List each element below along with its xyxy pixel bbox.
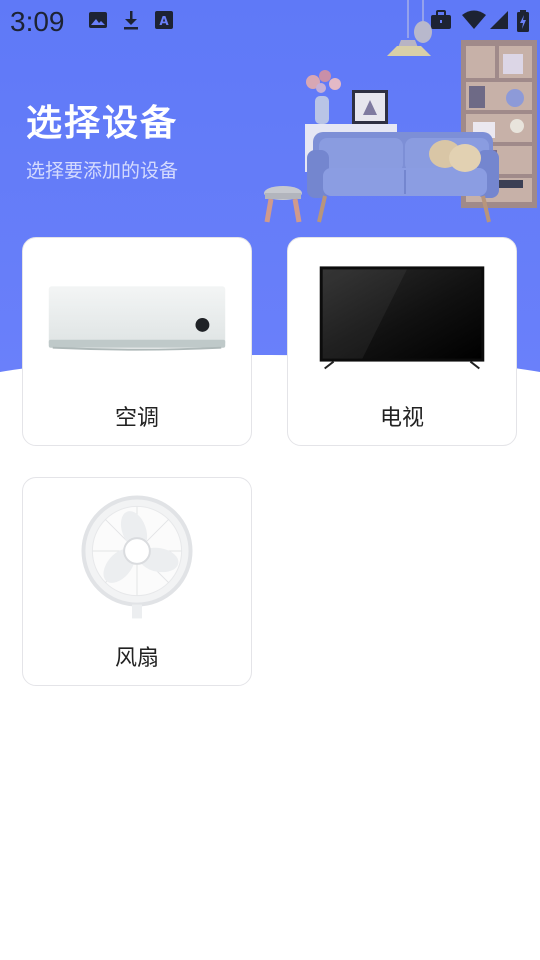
image-icon: [89, 12, 107, 28]
text-a-icon: A: [155, 11, 173, 29]
device-label-television: 电视: [379, 406, 424, 431]
air-conditioner-icon: [48, 286, 226, 351]
television-icon: [319, 266, 485, 370]
page-title: 选择设备: [26, 103, 179, 144]
download-icon: [124, 11, 138, 30]
device-label-air-conditioner: 空调: [114, 406, 159, 431]
status-time: 3:09: [10, 6, 65, 37]
device-label-fan: 风扇: [114, 646, 159, 671]
svg-text:A: A: [159, 14, 169, 28]
fan-icon: [81, 495, 193, 619]
page-subtitle: 选择要添加的设备: [26, 160, 179, 182]
device-card-fan[interactable]: 风扇: [22, 477, 252, 686]
living-room-illustration: [264, 0, 537, 223]
device-card-television[interactable]: 电视: [287, 237, 517, 446]
device-card-air-conditioner[interactable]: 空调: [22, 237, 252, 446]
